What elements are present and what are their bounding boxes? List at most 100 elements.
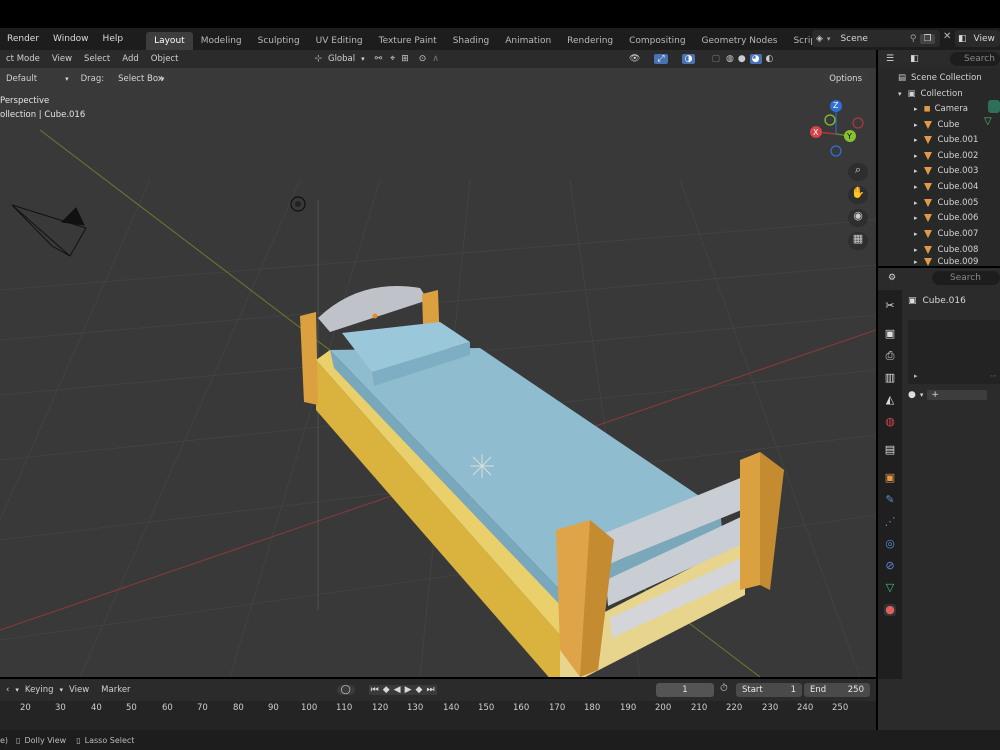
tab-shading[interactable]: Shading xyxy=(445,32,498,50)
outliner-item-camera[interactable]: ▸ ◼ Camera xyxy=(878,101,1000,117)
outliner-scene-collection[interactable]: ▤ Scene Collection xyxy=(878,70,1000,86)
timeline-ruler[interactable]: 20 30 40 50 60 70 80 90 100 110 120 130 … xyxy=(0,701,876,730)
properties-editor-icon[interactable]: ⚙ xyxy=(888,273,896,283)
pin-icon[interactable]: ⚲ xyxy=(910,34,917,44)
next-key-icon[interactable]: ◆ xyxy=(413,685,425,695)
visibility-icon[interactable]: 👁 xyxy=(629,54,640,64)
outliner-item-cube006[interactable]: ▸ Cube.006 xyxy=(878,210,1000,226)
outliner-item-cube003[interactable]: ▸ Cube.003 xyxy=(878,163,1000,179)
constraints-tab-icon[interactable]: ⊘ xyxy=(884,560,896,572)
scene-selector[interactable]: ◈ ▾ Scene ⚲ ❐ xyxy=(812,30,940,47)
scene-tab-icon[interactable]: ◭ xyxy=(884,394,896,406)
menu-render[interactable]: Render xyxy=(0,28,46,50)
play-reverse-icon[interactable]: ◀ xyxy=(391,685,403,695)
auto-key-icon[interactable]: ◯ xyxy=(336,685,355,695)
outliner-item-cube[interactable]: ▸ Cube xyxy=(878,117,1000,133)
gizmo-x-label[interactable]: X xyxy=(813,128,818,137)
end-frame-field[interactable]: End 250 xyxy=(804,683,870,697)
modifier-wrench-icon[interactable]: ✎ xyxy=(884,494,896,506)
options-dropdown[interactable]: Options xyxy=(823,72,868,86)
outliner-item-cube009[interactable]: ▸ Cube.009 xyxy=(878,257,1000,266)
outliner-item-cube005[interactable]: ▸ Cube.005 xyxy=(878,195,1000,211)
render-shading-icon[interactable]: ◐ xyxy=(766,54,774,64)
world-tab-icon[interactable]: ◍ xyxy=(884,416,896,428)
particles-tab-icon[interactable]: ⋰ xyxy=(884,516,896,528)
start-frame-field[interactable]: Start 1 xyxy=(736,683,802,697)
outliner-item-cube002[interactable]: ▸ Cube.002 xyxy=(878,148,1000,164)
tab-uv-editing[interactable]: UV Editing xyxy=(308,32,371,50)
current-frame-field[interactable]: 1 xyxy=(656,683,714,697)
outliner-item-cube007[interactable]: ▸ Cube.007 xyxy=(878,226,1000,242)
pivot-icon[interactable]: ⚯ xyxy=(375,54,383,64)
timeline-editor-icon[interactable]: ‹ xyxy=(0,681,15,699)
outliner-editor-icon[interactable]: ☰ xyxy=(886,54,894,64)
jump-start-icon[interactable]: ⏮ xyxy=(368,685,381,695)
new-scene-icon[interactable]: ❐ xyxy=(920,33,935,44)
tab-rendering[interactable]: Rendering xyxy=(559,32,621,50)
data-tab-icon[interactable]: ▽ xyxy=(884,582,896,594)
3d-viewport[interactable]: Z Y X ⌕ ✋ ◉ ▦ Perspective ollection | Cu… xyxy=(0,50,876,677)
gizmo-toggle-icon[interactable]: ⤢ xyxy=(654,54,668,64)
tab-animation[interactable]: Animation xyxy=(497,32,559,50)
prev-key-icon[interactable]: ◆ xyxy=(380,685,392,695)
outliner-collection[interactable]: ▾ ▣ Collection xyxy=(878,86,1000,102)
view-layer-tab-icon[interactable]: ▥ xyxy=(884,372,896,384)
material-slot-list[interactable]: ▸ ⋯ xyxy=(908,320,1000,384)
grip-icon[interactable]: ⋯ xyxy=(990,372,997,380)
stopwatch-icon[interactable]: ⏱ xyxy=(720,683,728,694)
material-sphere-icon[interactable]: ● xyxy=(908,390,916,400)
remove-scene-icon[interactable]: ✕ xyxy=(943,31,953,46)
tab-texture-paint[interactable]: Texture Paint xyxy=(371,32,445,50)
outliner-item-cube008[interactable]: ▸ Cube.008 xyxy=(878,242,1000,258)
snap-target-icon[interactable]: ⊞ xyxy=(401,54,409,64)
snap-icon[interactable]: ⌖ xyxy=(390,54,395,64)
new-material-button[interactable]: + xyxy=(927,390,988,400)
menu-object[interactable]: Object xyxy=(145,50,185,68)
physics-tab-icon[interactable]: ◎ xyxy=(884,538,896,550)
tab-modeling[interactable]: Modeling xyxy=(193,32,250,50)
timeline-view-menu[interactable]: View xyxy=(63,681,95,699)
collection-tab-icon[interactable]: ▤ xyxy=(884,444,896,456)
orientation-default-dropdown[interactable]: Default xyxy=(0,70,43,88)
material-shading-icon[interactable]: ◕ xyxy=(749,54,762,64)
render-tab-icon[interactable]: ▣ xyxy=(884,328,896,340)
mode-selector[interactable]: ct Mode xyxy=(0,50,46,68)
jump-end-icon[interactable]: ⏭ xyxy=(424,685,437,695)
view-layer-selector[interactable]: ◧ View xyxy=(955,30,1000,47)
zoom-icon[interactable]: ⌕ xyxy=(848,163,868,181)
outliner-search-input[interactable]: Search xyxy=(950,52,1000,66)
keying-menu[interactable]: Keying xyxy=(19,681,60,699)
menu-add[interactable]: Add xyxy=(116,50,144,68)
solid-shading-icon[interactable]: ● xyxy=(738,54,746,64)
object-tab-icon[interactable]: ▣ xyxy=(884,472,896,484)
play-icon[interactable]: ▶ xyxy=(402,685,414,695)
xray-icon[interactable]: ▢ xyxy=(711,54,720,64)
overlay-toggle-icon[interactable]: ◑ xyxy=(681,54,696,64)
tool-tab-icon[interactable]: ✂ xyxy=(884,300,896,312)
material-tab-icon[interactable]: ● xyxy=(884,604,896,616)
camera-view-icon[interactable]: ◉ xyxy=(848,209,868,227)
tab-layout[interactable]: Layout xyxy=(146,32,193,50)
falloff-icon[interactable]: ∧ xyxy=(432,54,439,64)
gizmo-y-label[interactable]: Y xyxy=(847,132,852,141)
menu-view[interactable]: View xyxy=(46,50,78,68)
outliner-item-cube001[interactable]: ▸ Cube.001 xyxy=(878,132,1000,148)
outliner-item-cube004[interactable]: ▸ Cube.004 xyxy=(878,179,1000,195)
menu-help[interactable]: Help xyxy=(96,28,131,50)
menu-select[interactable]: Select xyxy=(78,50,116,68)
menu-window[interactable]: Window xyxy=(46,28,96,50)
wireframe-shading-icon[interactable]: ◍ xyxy=(726,54,734,64)
tab-geometry-nodes[interactable]: Geometry Nodes xyxy=(694,32,786,50)
perspective-grid-icon[interactable]: ▦ xyxy=(848,232,868,250)
filter-icon[interactable]: ◧ xyxy=(910,54,919,64)
gizmo-z-label[interactable]: Z xyxy=(833,101,838,110)
proportional-edit-icon[interactable]: ⊙ xyxy=(419,54,427,64)
timeline-marker-menu[interactable]: Marker xyxy=(95,681,136,699)
output-tab-icon[interactable]: ⎙ xyxy=(884,350,896,362)
properties-search-input[interactable]: Search xyxy=(932,271,1000,285)
expand-icon[interactable]: ▸ xyxy=(914,372,918,380)
tab-compositing[interactable]: Compositing xyxy=(621,32,693,50)
transform-orientation-dropdown[interactable]: Global xyxy=(322,50,361,68)
pan-hand-icon[interactable]: ✋ xyxy=(848,186,868,204)
tab-sculpting[interactable]: Sculpting xyxy=(250,32,308,50)
